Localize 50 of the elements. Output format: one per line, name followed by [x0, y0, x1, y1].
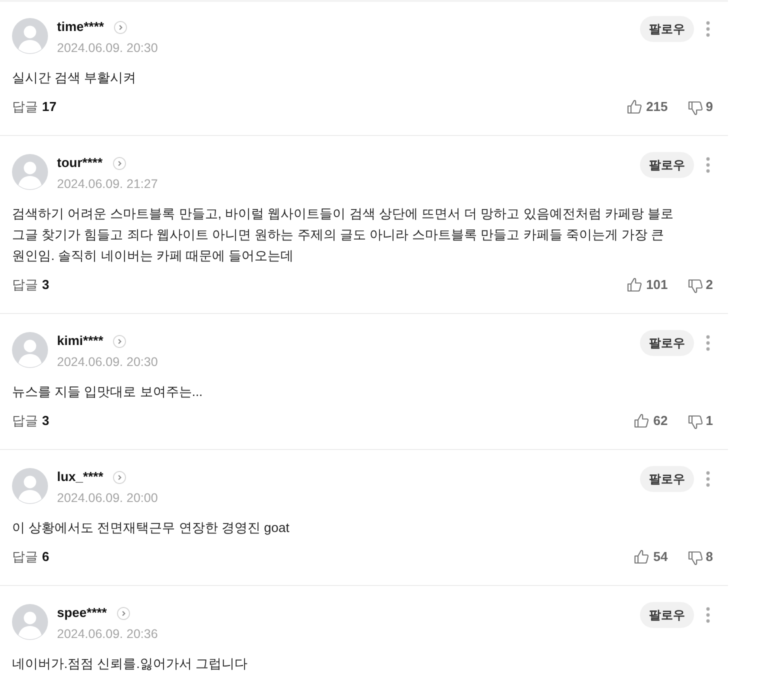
chevron-right-icon[interactable]: [113, 470, 126, 484]
comment-date: 2024.06.09. 20:00: [57, 490, 158, 507]
comment-text: 뉴스를 지들 입맛대로 보여주는...: [12, 383, 204, 401]
dislike-button[interactable]: 1: [688, 410, 713, 430]
reply-button[interactable]: 답글 3: [12, 410, 50, 431]
chevron-right-icon[interactable]: [114, 20, 127, 34]
follow-button[interactable]: 팔로우: [640, 152, 694, 178]
like-button[interactable]: 215: [627, 96, 668, 116]
dislike-button[interactable]: 8: [688, 546, 713, 566]
chevron-right-icon[interactable]: [112, 156, 126, 170]
avatar-icon: [12, 154, 48, 190]
avatar-icon: [12, 332, 48, 368]
like-button[interactable]: 54: [634, 546, 668, 566]
follow-button[interactable]: 팔로우: [640, 466, 694, 492]
thumbs-up-icon: [627, 99, 642, 114]
reply-button[interactable]: 답글 17: [12, 96, 56, 117]
comment-text: 검색하기 어려운 스마트블록 만들고, 바이럴 웹사이트들이 검색 상단에 뜨면서 더 망하고 있음예전처럼 카페랑 블로그글 찾기가 힘들고 죄다 웹사이트 아니면 원하는 주제의 글도 아니라 스마트블록 만들고 카페들 죽이는게 가장 큰 원인임. 솔직히 네이버는 카페 때문에 들어오는데: [12, 205, 675, 265]
thumbs-up-icon: [627, 277, 642, 292]
comment-text: 이 상황에서도 전면재택근무 연장한 경영진 goat: [12, 519, 290, 537]
follow-button[interactable]: 팔로우: [640, 16, 694, 42]
thumbs-down-icon: [688, 550, 703, 566]
avatar-icon: [12, 18, 48, 54]
username[interactable]: spee****: [57, 604, 107, 622]
username[interactable]: time****: [57, 18, 104, 36]
comment-date: 2024.06.09. 21:27: [57, 176, 158, 193]
avatar-icon: [12, 468, 48, 504]
thumbs-down-icon: [688, 100, 703, 116]
reply-button[interactable]: 답글 3: [12, 274, 50, 295]
thumbs-up-icon: [634, 413, 650, 428]
comment-text: 네이버가.점점 신뢰를.잃어가서 그럽니다: [12, 655, 248, 673]
username[interactable]: kimi****: [57, 332, 104, 350]
dislike-button[interactable]: 2: [688, 274, 713, 294]
thumbs-up-icon: [634, 549, 650, 564]
like-button[interactable]: 101: [627, 274, 668, 294]
reply-button[interactable]: 답글 6: [12, 546, 50, 567]
comment-text: 실시간 검색 부활시켜: [12, 69, 138, 87]
thumbs-down-icon: [688, 278, 703, 294]
avatar-icon: [12, 604, 48, 640]
chevron-right-icon[interactable]: [116, 606, 130, 620]
dislike-button[interactable]: 9: [688, 96, 713, 116]
like-button[interactable]: 62: [634, 410, 668, 430]
thumbs-down-icon: [688, 414, 703, 430]
comment-date: 2024.06.09. 20:30: [57, 354, 158, 371]
chevron-right-icon[interactable]: [113, 334, 126, 348]
username[interactable]: lux_****: [57, 468, 104, 486]
follow-button[interactable]: 팔로우: [640, 602, 694, 628]
comment-date: 2024.06.09. 20:30: [57, 40, 158, 57]
username[interactable]: tour****: [57, 154, 103, 172]
follow-button[interactable]: 팔로우: [640, 330, 694, 356]
comment-date: 2024.06.09. 20:36: [57, 626, 158, 643]
